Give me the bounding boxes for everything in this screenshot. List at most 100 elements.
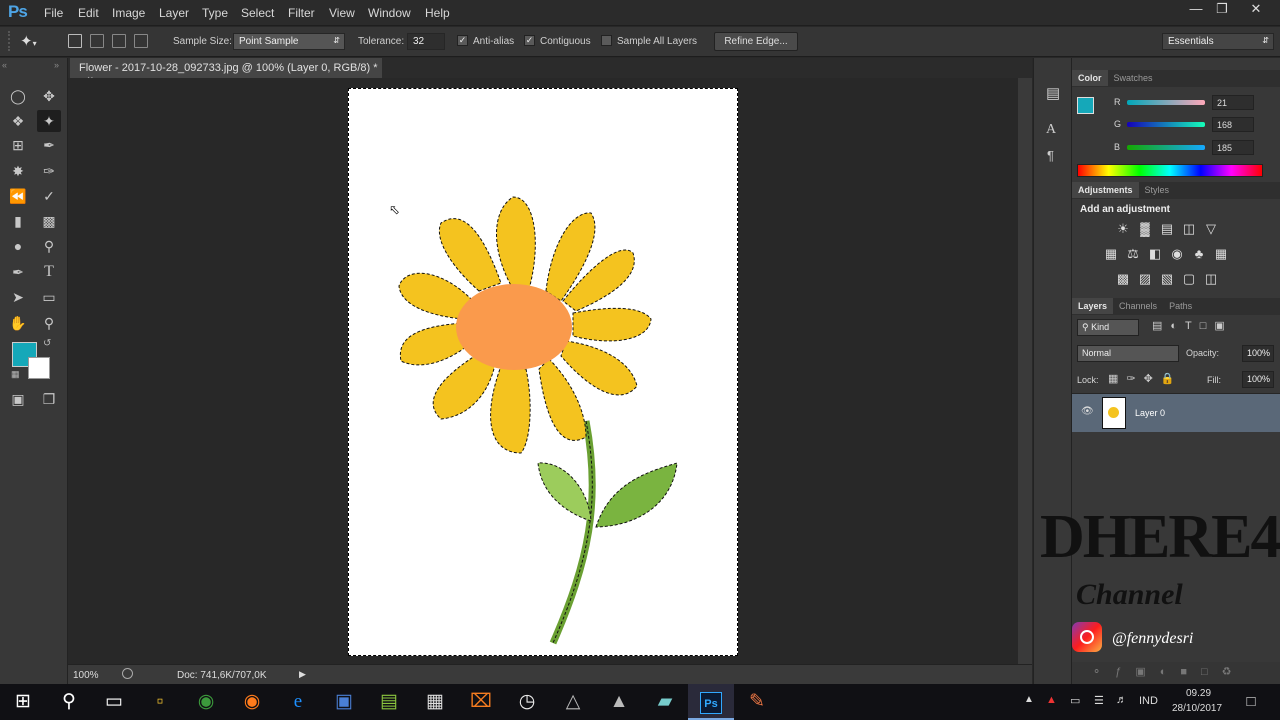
gradient-map-icon[interactable]: ▢ xyxy=(1180,271,1198,287)
hand-tool-icon[interactable]: ✋ xyxy=(6,312,30,334)
color-spectrum[interactable] xyxy=(1077,164,1263,177)
blend-mode-select[interactable]: Normal xyxy=(1077,345,1179,362)
tab-color[interactable]: Color xyxy=(1072,70,1108,86)
tolerance-input[interactable]: 32 xyxy=(407,33,445,50)
windows-start-icon[interactable]: ⊞ xyxy=(0,684,46,720)
tray-expand-icon[interactable]: ▲ xyxy=(1024,694,1034,705)
magic-wand-tool-icon[interactable]: ✦ xyxy=(37,110,61,132)
intersect-selection-icon[interactable] xyxy=(134,34,148,48)
volume-icon[interactable]: ♬ xyxy=(1116,694,1127,706)
paragraph-panel-icon[interactable]: ¶ xyxy=(1047,148,1054,163)
sample-size-select[interactable]: Point Sample ⇵ xyxy=(233,33,345,50)
type-tool-icon[interactable]: T xyxy=(37,261,61,283)
zoom-tool-icon[interactable]: ⚲ xyxy=(37,312,61,334)
channel-mixer-icon[interactable]: ♣ xyxy=(1190,246,1208,262)
add-selection-icon[interactable] xyxy=(90,34,104,48)
selective-color-icon[interactable]: ◫ xyxy=(1202,271,1220,287)
battery-icon[interactable]: ▭ xyxy=(1070,694,1080,707)
tab-layers[interactable]: Layers xyxy=(1072,298,1114,314)
internet-explorer-icon[interactable]: e xyxy=(275,684,321,720)
g-slider[interactable] xyxy=(1127,122,1205,127)
menu-edit[interactable]: Edit xyxy=(78,6,99,20)
menu-window[interactable]: Window xyxy=(368,6,411,20)
path-selection-tool-icon[interactable]: ➤ xyxy=(6,286,30,308)
lock-icons[interactable]: ▦✑✥🔒 xyxy=(1108,372,1183,385)
quick-mask-icon[interactable]: ▣ xyxy=(6,388,30,410)
lasso-tool-icon[interactable]: ❖ xyxy=(6,110,30,132)
r-slider[interactable] xyxy=(1127,100,1205,105)
g-value[interactable]: 168 xyxy=(1212,117,1254,132)
tab-styles[interactable]: Styles xyxy=(1139,182,1176,198)
opacity-input[interactable]: 100% xyxy=(1242,345,1274,362)
tab-paths[interactable]: Paths xyxy=(1163,298,1198,314)
color-lookup-icon[interactable]: ▦ xyxy=(1212,246,1230,262)
document-tab[interactable]: Flower - 2017-10-28_092733.jpg @ 100% (L… xyxy=(70,58,382,86)
tab-channels[interactable]: Channels xyxy=(1113,298,1163,314)
menu-file[interactable]: File xyxy=(44,6,63,20)
photoshop-icon[interactable]: Ps xyxy=(688,684,734,720)
xampp-icon[interactable]: ⌧ xyxy=(458,684,504,720)
invert-icon[interactable]: ▩ xyxy=(1114,271,1132,287)
menu-select[interactable]: Select xyxy=(241,6,274,20)
vibrance-icon[interactable]: ▽ xyxy=(1202,221,1220,237)
hue-saturation-icon[interactable]: ▦ xyxy=(1102,246,1120,262)
r-value[interactable]: 21 xyxy=(1212,95,1254,110)
vmware-icon[interactable]: △ xyxy=(550,684,596,720)
pen-tool-icon[interactable]: ✒ xyxy=(6,261,30,283)
black-white-icon[interactable]: ◧ xyxy=(1146,246,1164,262)
firefox-icon[interactable]: ◉ xyxy=(229,684,275,720)
tab-adjustments[interactable]: Adjustments xyxy=(1072,182,1139,198)
layer-name[interactable]: Layer 0 xyxy=(1135,408,1165,418)
tab-swatches[interactable]: Swatches xyxy=(1108,70,1159,86)
brightness-icon[interactable]: ☀ xyxy=(1114,221,1132,237)
refine-edge-button[interactable]: Refine Edge... xyxy=(714,32,798,51)
task-view-icon[interactable]: ▭ xyxy=(91,684,137,720)
subtract-selection-icon[interactable] xyxy=(112,34,126,48)
gradient-tool-icon[interactable]: ▩ xyxy=(37,210,61,232)
rectangle-tool-icon[interactable]: ▭ xyxy=(37,286,61,308)
default-colors-icon[interactable]: ▦ xyxy=(11,369,20,380)
menu-help[interactable]: Help xyxy=(425,6,450,20)
color-balance-icon[interactable]: ⚖ xyxy=(1124,246,1142,262)
status-icon[interactable] xyxy=(122,668,133,679)
sample-all-layers-checkbox[interactable] xyxy=(601,35,612,46)
paint-icon[interactable]: ✎ xyxy=(734,684,780,720)
move-tool-icon[interactable]: ✥ xyxy=(37,85,61,107)
clock-date[interactable]: 28/10/2017 xyxy=(1172,703,1222,714)
menu-image[interactable]: Image xyxy=(112,6,145,20)
fill-input[interactable]: 100% xyxy=(1242,371,1274,388)
calculator-icon[interactable]: ▦ xyxy=(412,684,458,720)
eraser-tool-icon[interactable]: ▮ xyxy=(6,210,30,232)
curves-icon[interactable]: ▤ xyxy=(1158,221,1176,237)
photo-filter-icon[interactable]: ◉ xyxy=(1168,246,1186,262)
app-icon[interactable]: ▰ xyxy=(642,684,688,720)
language-indicator[interactable]: IND xyxy=(1139,695,1158,707)
posterize-icon[interactable]: ▨ xyxy=(1136,271,1154,287)
minimize-icon[interactable]: — xyxy=(1182,0,1210,20)
chrome-icon[interactable]: ◉ xyxy=(183,684,229,720)
b-slider[interactable] xyxy=(1127,145,1205,150)
crop-tool-icon[interactable]: ⊞ xyxy=(6,134,30,156)
screen-mode-icon[interactable]: ❐ xyxy=(37,388,61,410)
eyedropper-tool-icon[interactable]: ✒ xyxy=(37,134,61,156)
file-explorer-icon[interactable]: ▫ xyxy=(137,684,183,720)
layer-row[interactable]: 👁 Layer 0 xyxy=(1072,394,1280,432)
zoom-level[interactable]: 100% xyxy=(73,670,99,681)
antialias-checkbox[interactable]: ✓ xyxy=(457,35,468,46)
menu-type[interactable]: Type xyxy=(202,6,228,20)
contiguous-checkbox[interactable]: ✓ xyxy=(524,35,535,46)
workspace-select[interactable]: Essentials ⇵ xyxy=(1162,33,1274,50)
levels-icon[interactable]: ▓ xyxy=(1136,221,1154,237)
menu-view[interactable]: View xyxy=(329,6,355,20)
eye-icon[interactable]: 👁 xyxy=(1081,406,1094,417)
menu-layer[interactable]: Layer xyxy=(159,6,189,20)
swap-colors-icon[interactable]: ↺ xyxy=(43,338,51,349)
vertical-scrollbar[interactable] xyxy=(1018,78,1032,664)
color-fg-swatch[interactable] xyxy=(1077,97,1094,114)
document-canvas[interactable]: ⬁ xyxy=(348,88,738,656)
exposure-icon[interactable]: ◫ xyxy=(1180,221,1198,237)
history-brush-tool-icon[interactable]: ✓ xyxy=(37,185,61,207)
clock-time[interactable]: 09.29 xyxy=(1186,688,1211,699)
history-panel-icon[interactable]: ▤ xyxy=(1046,84,1060,102)
background-color-swatch[interactable] xyxy=(28,357,50,379)
